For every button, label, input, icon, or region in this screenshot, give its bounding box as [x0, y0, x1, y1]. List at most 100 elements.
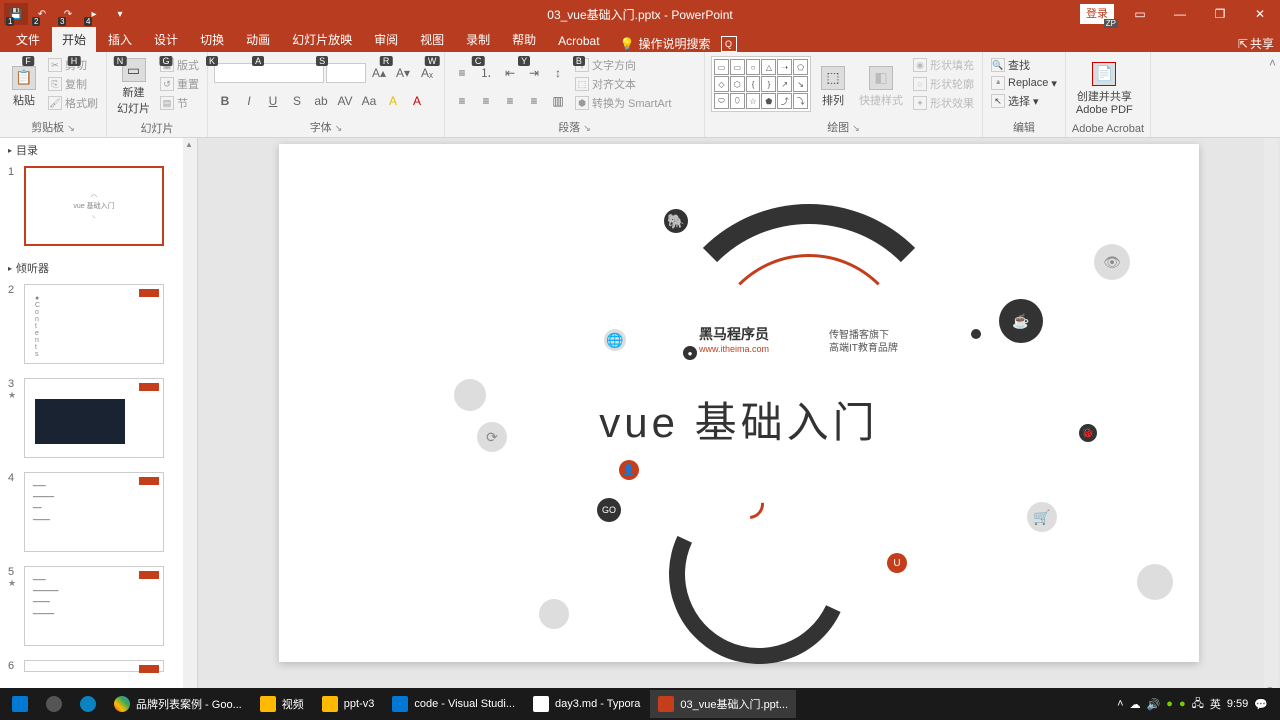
replace-button[interactable]: ᵃReplace ▾	[989, 75, 1059, 91]
align-right-button[interactable]: ≡	[499, 90, 521, 112]
tab-animations[interactable]: 动画A	[236, 27, 280, 52]
slide-thumb-3[interactable]	[24, 378, 164, 458]
deco-icon	[454, 379, 486, 411]
tray-ime[interactable]: 英	[1210, 696, 1221, 712]
decrease-font-button[interactable]: A▾	[392, 62, 414, 84]
slide-canvas[interactable]: 黑马程序员 www.itheima.com 传智播客旗下 高端IT教育品牌 vu…	[279, 144, 1199, 662]
collapse-ribbon-icon[interactable]: ˄	[1265, 52, 1280, 137]
start-button[interactable]	[4, 690, 36, 718]
replace-icon: ᵃ	[991, 76, 1005, 90]
shape-effects-button[interactable]: ✦形状效果	[911, 94, 976, 112]
bug-icon: 🐞	[1079, 424, 1097, 442]
section-toc[interactable]: 目录	[0, 138, 197, 162]
shape-outline-button[interactable]: ○形状轮廓	[911, 75, 976, 93]
slide-thumb-2[interactable]: ●Contents	[24, 284, 164, 364]
tab-transitions[interactable]: 切换K	[190, 27, 234, 52]
section-icon: ▤	[160, 96, 174, 110]
qat-start[interactable]: ▸4	[82, 3, 106, 25]
qat-redo[interactable]: ↷3	[56, 3, 80, 25]
tab-slideshow[interactable]: 幻灯片放映S	[282, 27, 362, 52]
section-button[interactable]: ▤节	[158, 94, 201, 112]
adobe-pdf-button[interactable]: 📄创建并共享 Adobe PDF	[1072, 56, 1137, 121]
select-button[interactable]: ↖选择 ▾	[989, 92, 1059, 110]
shadow-button[interactable]: ab	[310, 90, 332, 112]
shape-fill-button[interactable]: ◉形状填充	[911, 56, 976, 74]
tab-insert[interactable]: 插入N	[98, 27, 142, 52]
bold-button[interactable]: B	[214, 90, 236, 112]
minimize-icon[interactable]: —	[1160, 0, 1200, 28]
tray-network-icon[interactable]: 🖧	[1192, 695, 1204, 714]
tray-green1-icon[interactable]: ●	[1166, 698, 1173, 710]
tray-volume-icon[interactable]: 🔊	[1147, 698, 1161, 711]
paragraph-launcher[interactable]: ↘	[583, 123, 591, 133]
maximize-icon[interactable]: ❐	[1200, 0, 1240, 28]
tray-up-icon[interactable]: ˄	[1117, 698, 1123, 710]
align-left-button[interactable]: ≡	[451, 90, 473, 112]
font-size-combo[interactable]	[326, 63, 366, 83]
qat-undo[interactable]: ↶2	[30, 3, 54, 25]
clipboard-launcher[interactable]: ↘	[67, 123, 75, 133]
tray-green2-icon[interactable]: ●	[1179, 698, 1186, 710]
task-cortana[interactable]	[38, 690, 70, 718]
ribbon-display-icon[interactable]: ▭	[1120, 0, 1160, 28]
case-button[interactable]: Aa	[358, 90, 380, 112]
tab-help[interactable]: 帮助Y	[502, 27, 546, 52]
qat-more[interactable]: ▾	[108, 3, 132, 25]
font-launcher[interactable]: ↘	[335, 123, 343, 133]
line-spacing-button[interactable]: ↕	[547, 62, 569, 84]
slide-thumb-5[interactable]: ━━━━━━━━━━━━━━━━━━	[24, 566, 164, 646]
tab-record[interactable]: 录制C	[456, 27, 500, 52]
panel-scrollbar[interactable]	[183, 138, 197, 696]
spacing-button[interactable]: AV	[334, 90, 356, 112]
font-family-combo[interactable]	[214, 63, 324, 83]
tell-me-search[interactable]: 💡 操作说明搜索Q	[620, 35, 737, 52]
tab-file[interactable]: 文件F	[6, 27, 50, 52]
task-edge[interactable]	[72, 690, 104, 718]
task-typora[interactable]: day3.md - Typora	[525, 690, 648, 718]
tab-design[interactable]: 设计G	[144, 27, 188, 52]
reset-button[interactable]: ↺重置	[158, 75, 201, 93]
italic-button[interactable]: I	[238, 90, 260, 112]
shapes-gallery[interactable]: ▭▭○△➝⬠ ◇⬡{}↗↘ ⬭⬯☆⬟⤴⤵	[711, 56, 811, 112]
quick-styles-button[interactable]: ◧快捷样式	[855, 56, 907, 117]
align-center-button[interactable]: ≡	[475, 90, 497, 112]
arrange-button[interactable]: ⬚排列	[815, 56, 851, 117]
text-direction-button[interactable]: ↕文字方向	[573, 56, 673, 74]
tab-view[interactable]: 视图W	[410, 27, 454, 52]
tab-home[interactable]: 开始H	[52, 27, 96, 52]
share-button[interactable]: ⇱ 共享	[1238, 35, 1274, 52]
thumb-number: 6	[8, 660, 18, 672]
task-powerpoint[interactable]: 03_vue基础入门.ppt...	[650, 690, 796, 718]
canvas-scrollbar[interactable]	[1264, 138, 1278, 696]
tray-onedrive-icon[interactable]: ☁	[1130, 698, 1141, 711]
tab-acrobat[interactable]: AcrobatB	[548, 30, 609, 52]
close-icon[interactable]: ✕	[1240, 0, 1280, 28]
justify-button[interactable]: ≡	[523, 90, 545, 112]
slide-thumb-4[interactable]: ━━━━━━━━━━━━━━	[24, 472, 164, 552]
slide-thumb-1[interactable]: ◜◝vue 基础入门◟	[24, 166, 164, 246]
task-vscode[interactable]: code - Visual Studi...	[384, 690, 523, 718]
smartart-button[interactable]: ⬢转换为 SmartArt	[573, 94, 673, 112]
qat-save[interactable]: 💾1	[4, 3, 28, 25]
find-button[interactable]: 🔍查找	[989, 56, 1059, 74]
section-listener[interactable]: 倾听器	[0, 256, 197, 280]
format-painter-button[interactable]: 🖌格式刷	[46, 94, 100, 112]
slide-thumb-6[interactable]	[24, 660, 164, 672]
windows-icon	[12, 696, 28, 712]
copy-button[interactable]: ⎘复制	[46, 75, 100, 93]
drawing-launcher[interactable]: ↘	[852, 123, 860, 133]
highlight-button[interactable]: A	[382, 90, 404, 112]
align-text-button[interactable]: ⬚对齐文本	[573, 75, 673, 93]
login-button[interactable]: 登录ZP	[1080, 4, 1114, 24]
tray-clock[interactable]: 9:59	[1227, 698, 1248, 710]
underline-button[interactable]: U	[262, 90, 284, 112]
task-chrome[interactable]: 品牌列表案例 - Goo...	[106, 690, 250, 718]
tray-notifications-icon[interactable]: 💬	[1254, 698, 1268, 711]
strike-button[interactable]: S	[286, 90, 308, 112]
font-color-button[interactable]: A	[406, 90, 428, 112]
task-folder1[interactable]: 视频	[252, 690, 312, 718]
tab-review[interactable]: 审阅R	[364, 27, 408, 52]
bullets-button[interactable]: ≡	[451, 62, 473, 84]
task-folder2[interactable]: ppt-v3	[314, 690, 383, 718]
columns-button[interactable]: ▥	[547, 90, 569, 112]
